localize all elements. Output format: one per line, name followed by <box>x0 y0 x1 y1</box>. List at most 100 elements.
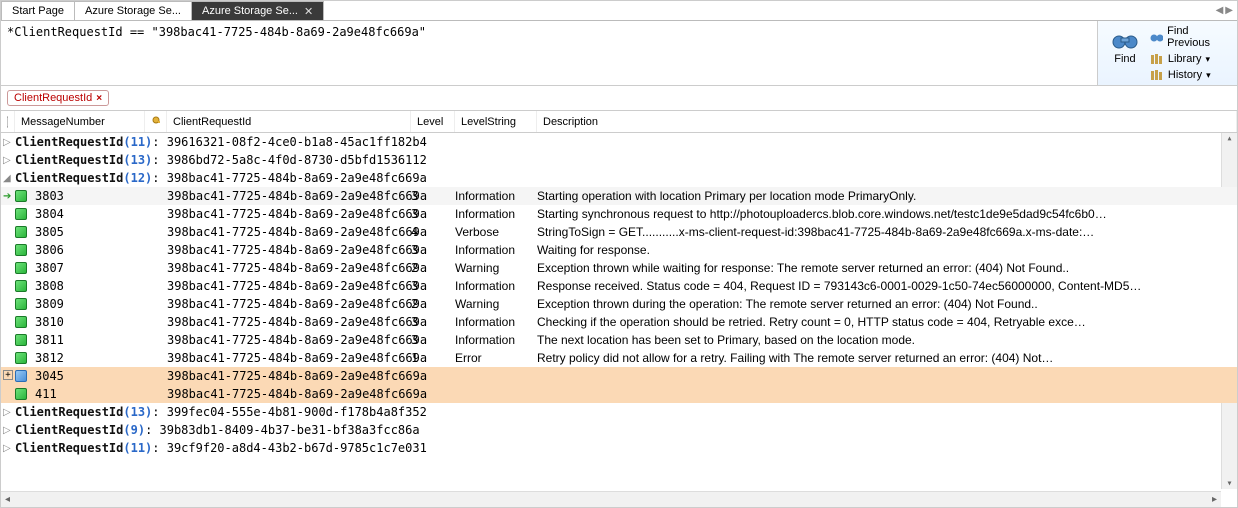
find-button[interactable]: Find <box>1104 25 1146 81</box>
find-previous-label: Find Previous <box>1167 25 1231 49</box>
log-row[interactable]: 3810398bac41-7725-484b-8a69-2a9e48fc669a… <box>1 313 1237 331</box>
cell-messagenumber: 3806 <box>31 243 145 257</box>
log-row[interactable]: 411398bac41-7725-484b-8a69-2a9e48fc669a <box>1 385 1237 403</box>
column-crid-icon[interactable] <box>145 111 167 132</box>
cell-clientrequestid: 398bac41-7725-484b-8a69-2a9e48fc669a <box>167 207 411 221</box>
collapse-icon[interactable]: ◢ <box>3 173 15 184</box>
cell-level: 3 <box>411 207 455 221</box>
tab-start-page[interactable]: Start Page <box>1 1 75 20</box>
group-count: (11) <box>123 135 152 149</box>
tab-azure-storage-2[interactable]: Azure Storage Se... ✕ <box>191 1 324 20</box>
cell-clientrequestid: 398bac41-7725-484b-8a69-2a9e48fc669a <box>167 369 411 383</box>
filter-tag-clientrequestid[interactable]: ClientRequestId × <box>7 90 109 106</box>
cell-clientrequestid: 398bac41-7725-484b-8a69-2a9e48fc669a <box>167 225 411 239</box>
column-description[interactable]: Description <box>537 111 1237 132</box>
library-icon <box>1150 53 1164 65</box>
expand-row-icon[interactable]: + <box>3 370 13 380</box>
log-row[interactable]: 3808398bac41-7725-484b-8a69-2a9e48fc669a… <box>1 277 1237 295</box>
group-count: (13) <box>123 405 152 419</box>
chevron-down-icon: ▾ <box>1206 54 1211 65</box>
tab-azure-storage-1[interactable]: Azure Storage Se... <box>74 1 192 20</box>
column-level[interactable]: Level <box>411 111 455 132</box>
cell-messagenumber: 3811 <box>31 333 145 347</box>
find-previous-button[interactable]: Find Previous <box>1150 25 1231 49</box>
cell-levelstring: Error <box>455 351 537 365</box>
tab-label: Start Page <box>12 5 64 17</box>
group-row[interactable]: ▷ClientRequestId (11): 39cf9f20-a8d4-43b… <box>1 439 1237 457</box>
trace-green-icon <box>15 298 27 310</box>
filter-query-input[interactable]: *ClientRequestId == "398bac41-7725-484b-… <box>1 21 1097 85</box>
cell-clientrequestid: 398bac41-7725-484b-8a69-2a9e48fc669a <box>167 243 411 257</box>
trace-green-icon <box>15 280 27 292</box>
log-row[interactable]: 3807398bac41-7725-484b-8a69-2a9e48fc669a… <box>1 259 1237 277</box>
trace-green-icon <box>15 208 27 220</box>
cell-description: Waiting for response. <box>537 243 1237 257</box>
group-row[interactable]: ▷ClientRequestId (13): 3986bd72-5a8c-4f0… <box>1 151 1237 169</box>
cell-clientrequestid: 398bac41-7725-484b-8a69-2a9e48fc669a <box>167 261 411 275</box>
cell-description: StringToSign = GET...........x-ms-client… <box>537 225 1237 239</box>
group-row[interactable]: ◢ClientRequestId (12): 398bac41-7725-484… <box>1 169 1237 187</box>
cell-level: 3 <box>411 315 455 329</box>
trace-green-icon <box>15 244 27 256</box>
row-gutter <box>1 280 31 292</box>
group-count: (11) <box>123 441 152 455</box>
log-row[interactable]: 3809 398bac41-7725-484b-8a69-2a9e48fc669a… <box>1 295 1237 313</box>
cell-description: Starting synchronous request to http://p… <box>537 207 1237 221</box>
cell-clientrequestid: 398bac41-7725-484b-8a69-2a9e48fc669a <box>167 297 411 311</box>
column-icon[interactable] <box>1 111 15 132</box>
tab-next-icon[interactable]: ▶ <box>1225 5 1233 16</box>
group-row[interactable]: ▷ClientRequestId (9): 39b83db1-8409-4b37… <box>1 421 1237 439</box>
key-icon <box>151 115 160 129</box>
cell-level: 4 <box>411 225 455 239</box>
cell-levelstring: Information <box>455 279 537 293</box>
log-row[interactable]: +3045398bac41-7725-484b-8a69-2a9e48fc669… <box>1 367 1237 385</box>
group-row[interactable]: ▷ClientRequestId (11): 39616321-08f2-4ce… <box>1 133 1237 151</box>
filter-row: ClientRequestId × <box>1 86 1237 111</box>
column-levelstring[interactable]: LevelString <box>455 111 537 132</box>
cell-clientrequestid: 398bac41-7725-484b-8a69-2a9e48fc669a <box>167 333 411 347</box>
cell-level: 1 <box>411 351 455 365</box>
expand-icon[interactable]: ▷ <box>3 425 15 436</box>
columns-icon <box>7 116 8 128</box>
query-area: *ClientRequestId == "398bac41-7725-484b-… <box>1 21 1237 86</box>
trace-blue-icon <box>15 370 27 382</box>
expand-icon[interactable]: ▷ <box>3 443 15 454</box>
cell-messagenumber: 411 <box>31 387 145 401</box>
current-row-icon: ➔ <box>3 191 11 202</box>
log-row[interactable]: 3804398bac41-7725-484b-8a69-2a9e48fc669a… <box>1 205 1237 223</box>
group-value: : 399fec04-555e-4b81-900d-f178b4a8f352 <box>152 405 427 419</box>
binoculars-icon <box>1111 27 1139 51</box>
history-dropdown[interactable]: History ▾ <box>1150 69 1231 81</box>
cell-messagenumber: 3812 <box>31 351 145 365</box>
group-row[interactable]: ▷ClientRequestId (13): 399fec04-555e-4b8… <box>1 403 1237 421</box>
chevron-down-icon: ▾ <box>1206 70 1211 81</box>
library-dropdown[interactable]: Library ▾ <box>1150 53 1231 65</box>
column-messagenumber[interactable]: MessageNumber <box>15 111 145 132</box>
horizontal-scrollbar[interactable]: ◂▸ <box>1 491 1221 507</box>
trace-green-icon <box>15 190 27 202</box>
log-row[interactable]: 3812 398bac41-7725-484b-8a69-2a9e48fc669a… <box>1 349 1237 367</box>
log-row[interactable]: 3806 398bac41-7725-484b-8a69-2a9e48fc669a… <box>1 241 1237 259</box>
find-label: Find <box>1114 53 1135 65</box>
cell-levelstring: Information <box>455 315 537 329</box>
cell-description: Response received. Status code = 404, Re… <box>537 279 1237 293</box>
row-gutter <box>1 226 31 238</box>
log-row[interactable]: ➔3803398bac41-7725-484b-8a69-2a9e48fc669… <box>1 187 1237 205</box>
cell-clientrequestid: 398bac41-7725-484b-8a69-2a9e48fc669a <box>167 351 411 365</box>
log-row[interactable]: 3805398bac41-7725-484b-8a69-2a9e48fc669a… <box>1 223 1237 241</box>
group-label: ClientRequestId <box>15 441 123 455</box>
expand-icon[interactable]: ▷ <box>3 137 15 148</box>
group-count: (12) <box>123 171 152 185</box>
cell-description: Checking if the operation should be retr… <box>537 315 1237 329</box>
expand-icon[interactable]: ▷ <box>3 407 15 418</box>
column-clientrequestid[interactable]: ClientRequestId <box>167 111 411 132</box>
tab-prev-icon[interactable]: ◀ <box>1216 5 1224 16</box>
cell-level: 2 <box>411 261 455 275</box>
remove-filter-icon[interactable]: × <box>96 93 102 104</box>
cell-description: Exception thrown during the operation: T… <box>537 297 1237 311</box>
log-row[interactable]: 3811 398bac41-7725-484b-8a69-2a9e48fc669a… <box>1 331 1237 349</box>
expand-icon[interactable]: ▷ <box>3 155 15 166</box>
close-icon[interactable]: ✕ <box>304 5 313 18</box>
cell-messagenumber: 3809 <box>31 297 145 311</box>
cell-description: The next location has been set to Primar… <box>537 333 1237 347</box>
